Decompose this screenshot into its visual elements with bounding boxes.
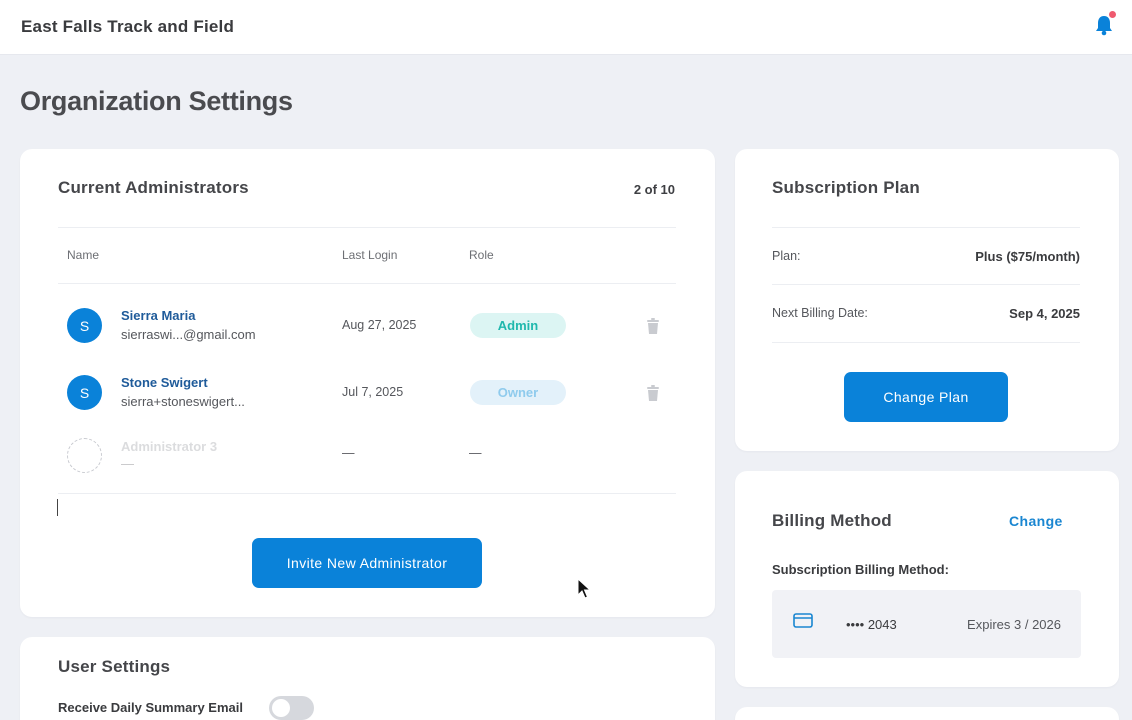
column-header-role: Role [469, 248, 494, 262]
mouse-pointer-icon [577, 577, 592, 600]
credit-card-icon [793, 613, 813, 633]
divider [772, 284, 1080, 285]
delete-admin-trash-icon[interactable] [644, 317, 662, 335]
next-billing-value: Sep 4, 2025 [1009, 306, 1080, 321]
daily-email-toggle[interactable] [269, 696, 314, 720]
next-card [735, 707, 1119, 720]
admin-row: S Sierra Maria sierraswi...@gmail.com Au… [20, 298, 715, 354]
divider [58, 283, 676, 284]
change-billing-link[interactable]: Change [1009, 513, 1063, 529]
user-settings-title: User Settings [58, 657, 171, 676]
user-settings-card: User Settings Receive Daily Summary Emai… [20, 637, 715, 720]
admin-name[interactable]: Sierra Maria [121, 308, 195, 323]
billing-title: Billing Method [772, 511, 892, 530]
divider [58, 227, 676, 228]
admin-last-login: Aug 27, 2025 [342, 318, 417, 332]
avatar: S [67, 308, 102, 343]
admin-last-login: Jul 7, 2025 [342, 385, 404, 399]
admin-last-login-placeholder: — [342, 446, 355, 460]
subscription-title: Subscription Plan [772, 178, 920, 197]
administrators-title: Current Administrators [58, 178, 249, 197]
empty-avatar [67, 438, 102, 473]
divider [58, 493, 676, 494]
toggle-knob [272, 699, 290, 717]
column-header-name: Name [67, 248, 100, 262]
divider [772, 227, 1080, 228]
billing-method-label: Subscription Billing Method: [772, 562, 949, 577]
role-badge-admin[interactable]: Admin [470, 313, 566, 338]
notification-dot [1109, 11, 1116, 18]
admin-name-placeholder: Administrator 3 [121, 439, 218, 454]
admin-email-placeholder: — [121, 456, 134, 471]
card-expiry: Expires 3 / 2026 [967, 617, 1061, 632]
text-cursor [57, 499, 58, 516]
top-bar: East Falls Track and Field [0, 0, 1132, 55]
payment-card-box[interactable]: •••• 2043 Expires 3 / 2026 [772, 590, 1081, 658]
plan-value: Plus ($75/month) [975, 249, 1080, 264]
notifications-bell-icon[interactable] [1094, 11, 1116, 38]
delete-admin-trash-icon[interactable] [644, 384, 662, 402]
plan-label: Plan: [772, 249, 801, 263]
admin-row: S Stone Swigert sierra+stoneswigert... J… [20, 365, 715, 421]
billing-card: Billing Method Change Subscription Billi… [735, 471, 1119, 687]
admin-count: 2 of 10 [633, 182, 675, 197]
daily-email-label: Receive Daily Summary Email [58, 700, 243, 715]
admin-email: sierraswi...@gmail.com [121, 327, 256, 342]
next-billing-label: Next Billing Date: [772, 306, 868, 320]
role-badge-owner[interactable]: Owner [470, 380, 566, 405]
divider [772, 342, 1080, 343]
page-title: Organization Settings [20, 86, 293, 116]
admin-email: sierra+stoneswigert... [121, 394, 245, 409]
avatar: S [67, 375, 102, 410]
column-header-last-login: Last Login [342, 248, 398, 262]
admin-name[interactable]: Stone Swigert [121, 375, 208, 390]
subscription-card: Subscription Plan Plan: Plus ($75/month)… [735, 149, 1119, 451]
admin-row-placeholder: Administrator 3 — — — [20, 427, 715, 483]
card-number: •••• 2043 [846, 617, 897, 632]
change-plan-button[interactable]: Change Plan [844, 372, 1008, 422]
app-title: East Falls Track and Field [21, 17, 235, 36]
admin-role-placeholder: — [469, 446, 482, 460]
administrators-card: Current Administrators 2 of 10 Name Last… [20, 149, 715, 617]
invite-administrator-button[interactable]: Invite New Administrator [252, 538, 482, 588]
